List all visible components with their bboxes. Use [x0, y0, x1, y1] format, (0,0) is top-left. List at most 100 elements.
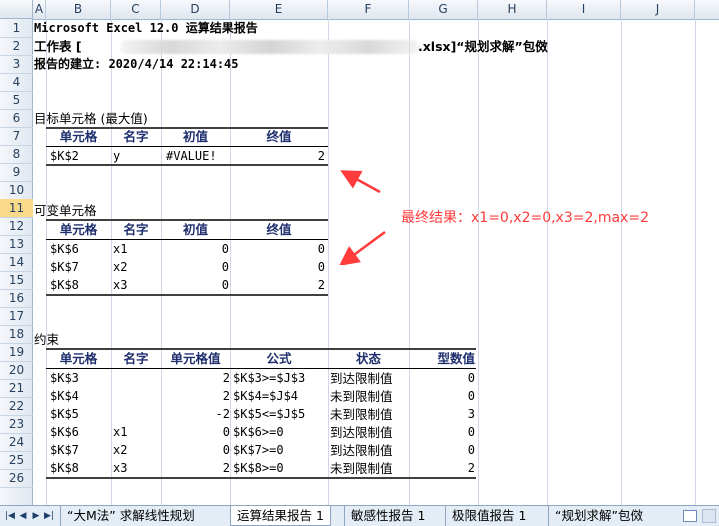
variable-initial[interactable]: 0 [161, 258, 229, 277]
constraint-status[interactable]: 到达限制值 [330, 423, 393, 442]
variable-initial[interactable]: 0 [161, 240, 229, 259]
select-all-corner[interactable] [0, 0, 33, 19]
sheet-tab[interactable]: “规划求解”包傚 [548, 506, 649, 526]
constraint-status[interactable]: 未到限制值 [330, 405, 393, 424]
row-header[interactable]: 3 [0, 55, 33, 74]
row-header[interactable]: 18 [0, 325, 33, 344]
row-header[interactable]: 9 [0, 163, 33, 182]
sheet-tab-active[interactable]: 运算结果报告 1 [230, 506, 331, 526]
constraint-formula[interactable]: $K$3>=$J$3 [233, 369, 305, 388]
constraint-formula[interactable]: $K$5<=$J$5 [233, 405, 305, 424]
row-header[interactable]: 17 [0, 307, 33, 326]
column-header-b[interactable]: B [46, 0, 111, 19]
column-header-h[interactable]: H [478, 0, 547, 19]
constraint-formula[interactable]: $K$7>=0 [233, 441, 284, 460]
row-header[interactable]: 8 [0, 145, 33, 164]
row-header[interactable]: 5 [0, 91, 33, 110]
variable-cell-ref[interactable]: $K$6 [50, 240, 79, 259]
variable-name[interactable]: x2 [113, 258, 127, 277]
constraint-status[interactable]: 到达限制值 [330, 441, 393, 460]
variable-cell-ref[interactable]: $K$7 [50, 258, 79, 277]
variable-final[interactable]: 0 [230, 258, 325, 277]
next-sheet-icon[interactable]: ▶ [30, 509, 42, 523]
constraint-slack[interactable]: 0 [409, 369, 475, 388]
row-header[interactable]: 6 [0, 109, 33, 128]
constraint-value[interactable]: 0 [161, 441, 230, 460]
constraint-status[interactable]: 未到限制值 [330, 387, 393, 406]
row-header[interactable]: 2 [0, 37, 33, 56]
constraint-slack[interactable]: 3 [409, 405, 475, 424]
row-header[interactable]: 15 [0, 271, 33, 290]
gridline [111, 19, 112, 505]
column-header-e[interactable]: E [230, 0, 328, 19]
constraint-name[interactable]: x1 [113, 423, 127, 442]
row-header[interactable]: 10 [0, 181, 33, 200]
column-header-j[interactable]: J [621, 0, 695, 19]
constraint-formula[interactable]: $K$4=$J$4 [233, 387, 298, 406]
row-header-active[interactable]: 11 [0, 199, 33, 218]
variable-name[interactable]: x1 [113, 240, 127, 259]
row-header[interactable]: 7 [0, 127, 33, 146]
variables-header-cell: 单元格 [59, 222, 98, 237]
constraint-cell-ref[interactable]: $K$5 [50, 405, 79, 424]
column-header-d[interactable]: D [161, 0, 230, 19]
row-header[interactable]: 26 [0, 469, 33, 488]
scrollbar-handle[interactable] [702, 509, 716, 523]
column-header-g[interactable]: G [409, 0, 478, 19]
constraint-slack[interactable]: 0 [409, 423, 475, 442]
prev-sheet-icon[interactable]: ◀ [17, 509, 29, 523]
constraint-cell-ref[interactable]: $K$4 [50, 387, 79, 406]
variable-final[interactable]: 0 [230, 240, 325, 259]
table-rule [46, 164, 328, 166]
variable-cell-ref[interactable]: $K$8 [50, 276, 79, 295]
column-header-a[interactable]: A [33, 0, 46, 19]
constraint-cell-ref[interactable]: $K$8 [50, 459, 79, 478]
sheet-tab[interactable]: 敏感性报告 1 [344, 506, 431, 526]
variable-final[interactable]: 2 [230, 276, 325, 295]
constraint-slack[interactable]: 0 [409, 387, 475, 406]
column-header-f[interactable]: F [328, 0, 409, 19]
last-sheet-icon[interactable]: ▶| [43, 509, 55, 523]
constraint-slack[interactable]: 0 [409, 441, 475, 460]
insert-sheet-icon[interactable] [683, 510, 697, 522]
row-header[interactable]: 12 [0, 217, 33, 236]
column-header-i[interactable]: I [547, 0, 621, 19]
constraint-value[interactable]: 2 [161, 387, 230, 406]
constraint-formula[interactable]: $K$8>=0 [233, 459, 284, 478]
constraint-value[interactable]: 2 [161, 459, 230, 478]
row-header[interactable]: 16 [0, 289, 33, 308]
first-sheet-icon[interactable]: |◀ [4, 509, 16, 523]
row-header[interactable]: 19 [0, 343, 33, 362]
constraint-value[interactable]: -2 [161, 405, 230, 424]
row-header[interactable]: 23 [0, 415, 33, 434]
sheet-tab[interactable]: “大M法” 求解线性规划 [60, 506, 201, 526]
constraint-name[interactable]: x3 [113, 459, 127, 478]
row-header[interactable]: 20 [0, 361, 33, 380]
row-header-bar: 1 2 3 4 5 6 7 8 9 10 11 12 13 14 15 16 1… [0, 19, 33, 505]
variable-name[interactable]: x3 [113, 276, 127, 295]
constraint-cell-ref[interactable]: $K$3 [50, 369, 79, 388]
row-header[interactable]: 13 [0, 235, 33, 254]
constraint-status[interactable]: 到达限制值 [330, 369, 393, 388]
row-header[interactable]: 22 [0, 397, 33, 416]
constraint-slack[interactable]: 2 [409, 459, 475, 478]
row-header[interactable]: 21 [0, 379, 33, 398]
variable-initial[interactable]: 0 [161, 276, 229, 295]
row-header[interactable]: 25 [0, 451, 33, 470]
objective-header-cell: 单元格 [59, 129, 98, 144]
column-header-c[interactable]: C [111, 0, 161, 19]
constraint-formula[interactable]: $K$6>=0 [233, 423, 284, 442]
row-header[interactable]: 24 [0, 433, 33, 452]
row-header[interactable]: 4 [0, 73, 33, 92]
constraint-cell-ref[interactable]: $K$7 [50, 441, 79, 460]
sheet-tab[interactable]: 极限值报告 1 [445, 506, 532, 526]
spreadsheet-grid[interactable]: A B C D E F G H I J 1 2 3 4 5 6 7 8 9 10… [0, 0, 719, 505]
constraint-status[interactable]: 未到限制值 [330, 459, 393, 478]
constraint-name[interactable]: x2 [113, 441, 127, 460]
annotation-arrows [338, 170, 386, 265]
constraint-value[interactable]: 0 [161, 423, 230, 442]
constraint-cell-ref[interactable]: $K$6 [50, 423, 79, 442]
constraint-value[interactable]: 2 [161, 369, 230, 388]
row-header[interactable]: 1 [0, 19, 33, 38]
row-header[interactable]: 14 [0, 253, 33, 272]
